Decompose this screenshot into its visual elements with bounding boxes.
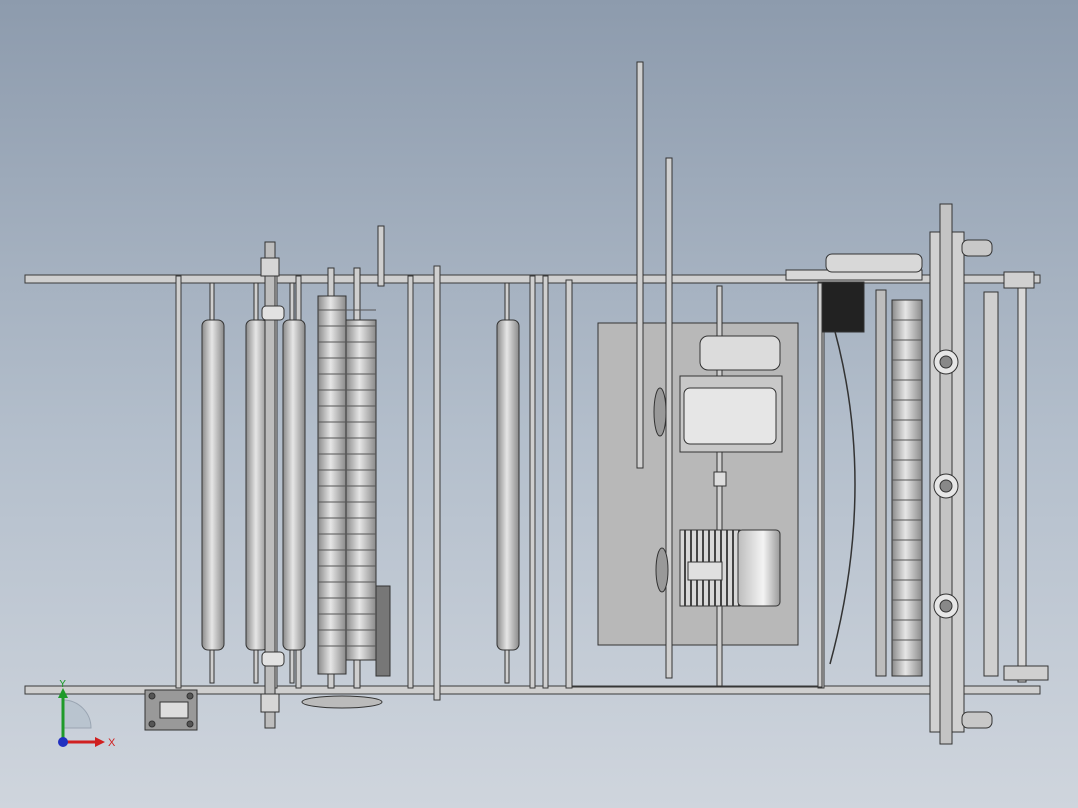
electric-motor [737, 529, 781, 607]
outer-bracket-top [1003, 271, 1035, 289]
frame-post-5 [433, 265, 441, 701]
drum-2 [345, 319, 377, 661]
stepper-motor [821, 281, 865, 333]
shaft-bearing-bottom [260, 693, 280, 713]
tension-plate [825, 253, 923, 273]
tall-rod-1 [636, 61, 644, 469]
reducer-pulley [653, 387, 667, 437]
head-arm-bottom [961, 711, 993, 729]
roller-1 [201, 319, 225, 651]
frame-post-4 [407, 275, 414, 689]
drum-tower [377, 225, 385, 287]
frame-post-9 [817, 281, 825, 689]
comb-rail [875, 289, 887, 677]
outer-bar [1017, 285, 1027, 683]
middle-roller [496, 282, 520, 684]
junction-box-bolt-4 [186, 720, 194, 728]
frame-post-7 [542, 275, 549, 689]
head-bearing-1-core [939, 355, 953, 369]
coupling-top [261, 305, 285, 321]
head-bearing-2-core [939, 479, 953, 493]
coupling-bottom [261, 651, 285, 667]
frame-post-6 [529, 275, 536, 689]
gear-reducer-body [683, 387, 777, 445]
motor-section [571, 61, 856, 688]
outer-bracket-bottom [1003, 665, 1049, 681]
motor-pulley [655, 547, 669, 593]
shaft-bearing-top [260, 257, 280, 277]
tall-rod-2 [665, 157, 673, 679]
frame-post-1 [175, 275, 182, 689]
perforated-bar [983, 291, 999, 677]
junction-box-bolt-1 [148, 692, 156, 700]
triad-arc [62, 699, 92, 729]
frame [24, 265, 1041, 701]
roller-3 [282, 319, 306, 651]
junction-box-bolt-2 [186, 692, 194, 700]
head-arm-top [961, 239, 993, 257]
cad-viewport[interactable]: Y X [0, 0, 1078, 808]
drum-pulley [301, 695, 383, 709]
left-roller-section [201, 241, 306, 729]
drum-gearbox [375, 585, 391, 677]
coordinate-triad: Y X [58, 680, 116, 749]
guide-arc [829, 313, 856, 665]
motor-terminal-box [687, 561, 723, 581]
middle-roller-body [496, 319, 520, 651]
head-bearing-3-core [939, 599, 953, 613]
machine-assembly-model[interactable] [0, 0, 1078, 808]
x-axis-label: X [108, 737, 116, 749]
drum-1 [317, 295, 347, 675]
y-axis-label: Y [59, 680, 67, 690]
junction-box [144, 689, 198, 731]
x-axis-arrowhead [95, 737, 105, 747]
frame-post-8 [565, 279, 573, 689]
gear-reducer-housing [699, 335, 781, 371]
z-axis-dot [58, 737, 68, 747]
junction-box-bolt-3 [148, 720, 156, 728]
right-head-assembly [785, 203, 1049, 745]
junction-box-cover [159, 701, 189, 719]
segmented-drums [301, 225, 391, 709]
rod-clamp [713, 471, 727, 487]
